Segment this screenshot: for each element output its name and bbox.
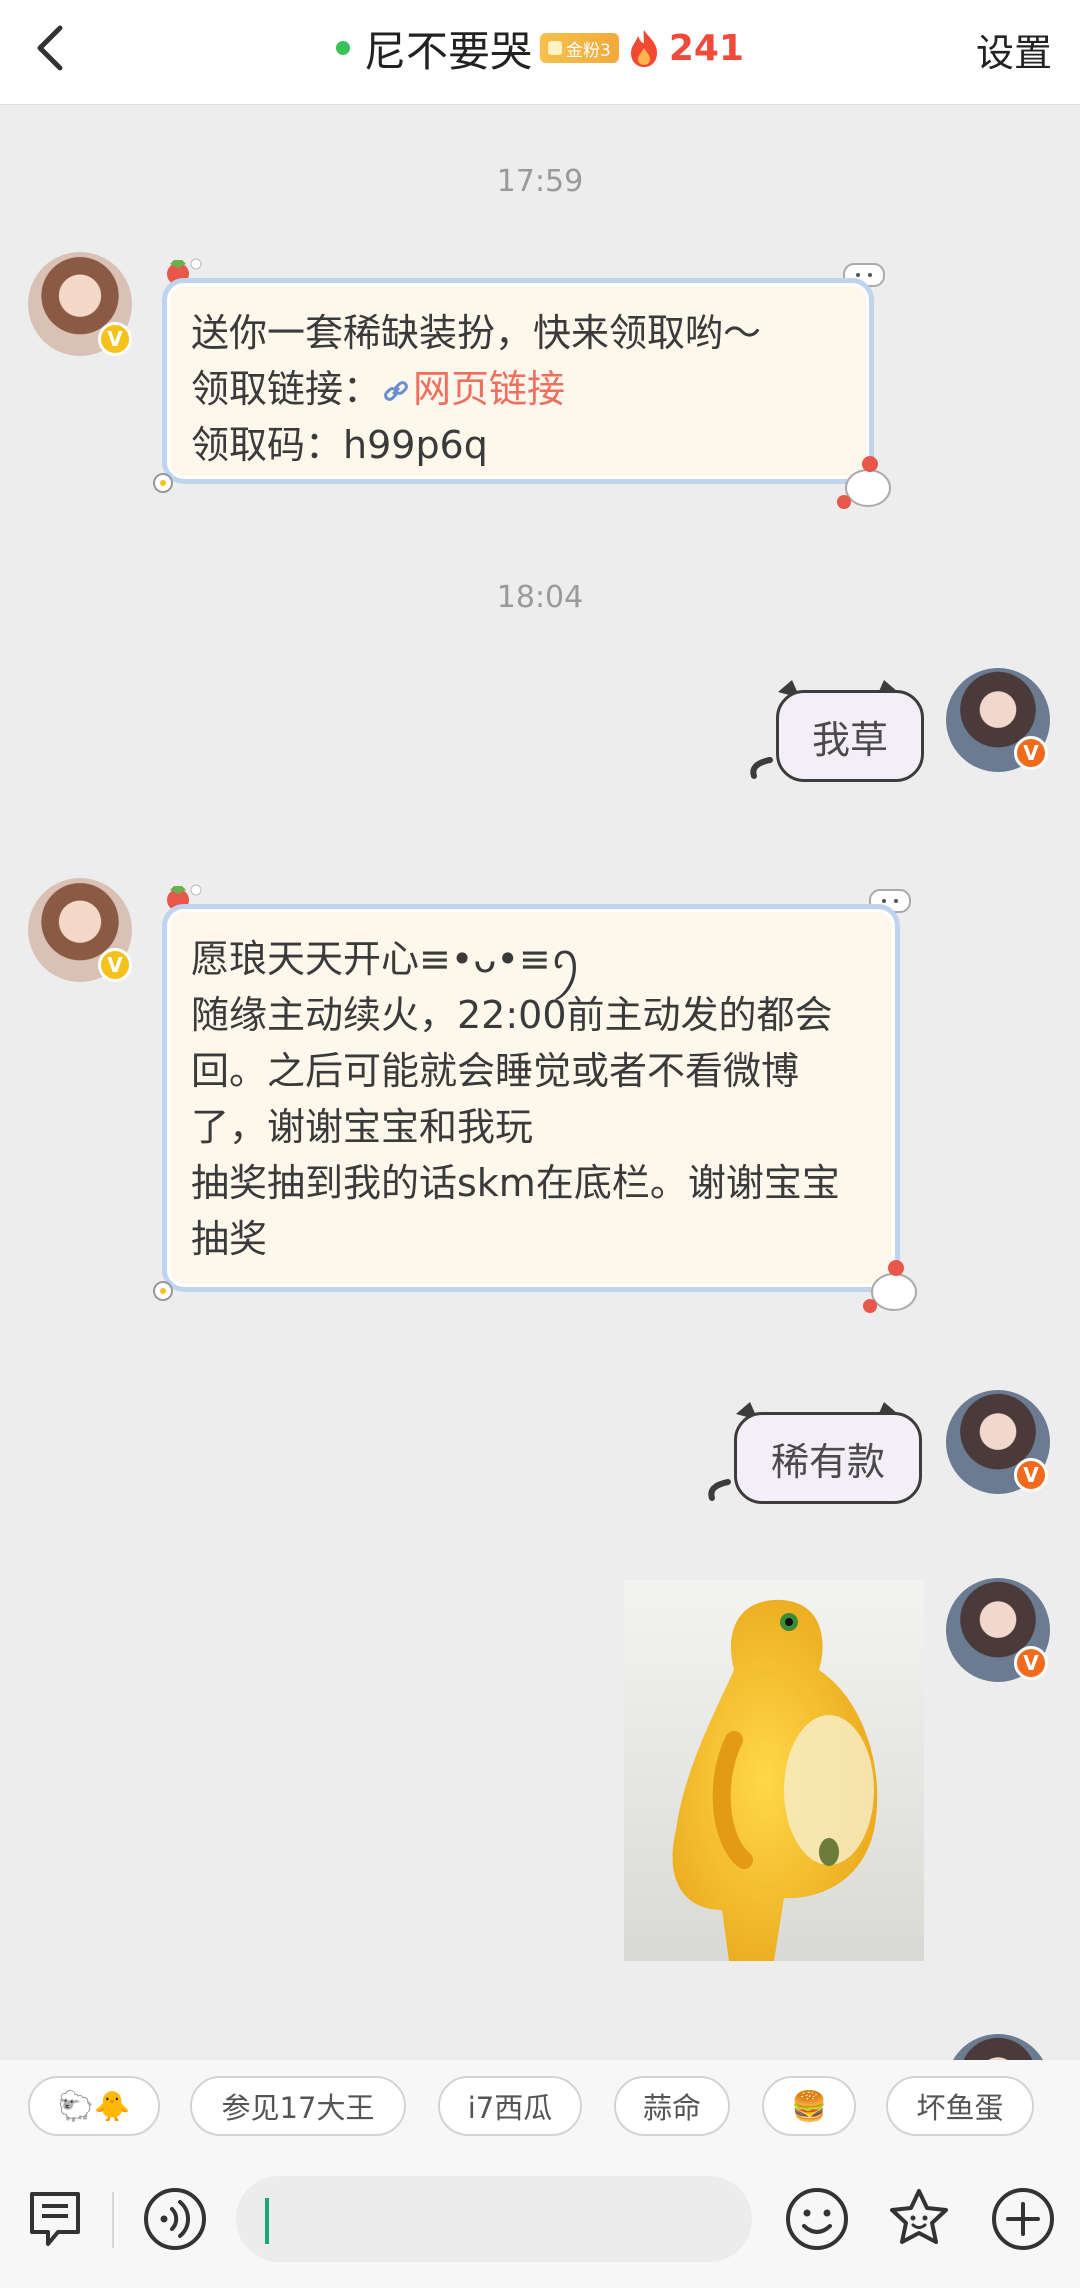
promo-message-card[interactable]: 送你一套稀缺装扮，快来领取哟～ 领取链接： 网页链接 领取码：h99p6q <box>162 278 874 484</box>
fan-badge-text: 金粉3 <box>566 40 611 61</box>
message-link-line: 领取链接： 网页链接 <box>191 361 845 417</box>
link-icon <box>384 381 408 401</box>
message-text: 抽奖抽到我的话skm在底栏。谢谢宝宝抽奖 <box>191 1161 840 1261</box>
quick-reply-bar: 🐑🐥 参见17大王 i7西瓜 蒜命 🍔 坏鱼蛋 <box>0 2060 1080 2152</box>
quick-reply-chip[interactable]: 参见17大王 <box>190 2076 406 2136</box>
divider <box>112 2192 114 2248</box>
quick-reply-chip[interactable]: i7西瓜 <box>438 2076 582 2136</box>
text-caret <box>265 2198 269 2244</box>
verified-badge-icon: V <box>1014 1458 1048 1492</box>
streak-count: 241 <box>668 27 744 69</box>
sticker-message[interactable]: 我草 <box>776 690 924 782</box>
settings-button[interactable]: 设置 <box>976 22 1052 77</box>
verified-badge-icon: V <box>1014 736 1048 770</box>
bunny-decor-icon <box>837 456 891 509</box>
message-text: 随缘主动续火，22:00前主动发的都会回。之后可能就会睡觉或者不看微博了，谢谢宝… <box>191 993 833 1149</box>
quick-reply-chip[interactable]: 坏鱼蛋 <box>886 2076 1034 2136</box>
verified-badge-icon: V <box>1014 1646 1048 1680</box>
yellow-creature-image <box>624 1580 924 1961</box>
smiley-icon[interactable] <box>784 2186 850 2252</box>
input-bar <box>0 2152 1080 2288</box>
timestamp: 18:04 <box>496 580 584 615</box>
chat-header: 尼不要哭 金粉3 241 设置 <box>0 0 1080 105</box>
timestamp: 17:59 <box>496 164 584 199</box>
plus-circle-icon[interactable] <box>990 2186 1056 2252</box>
message-text: 愿琅天天开心≡•ᴗ•≡ꪆ <box>191 937 582 981</box>
sticker-message[interactable]: 稀有款 <box>734 1412 922 1504</box>
gem-icon <box>548 41 563 55</box>
image-message[interactable] <box>624 1580 924 1961</box>
web-link[interactable]: 网页链接 <box>413 367 565 411</box>
text-menu-icon[interactable] <box>24 2188 86 2250</box>
voice-icon[interactable] <box>142 2186 208 2252</box>
message-text: 送你一套稀缺装扮，快来领取哟～ <box>191 311 762 355</box>
flower-decor-icon <box>153 1281 173 1301</box>
message-text: 领取码：h99p6q <box>191 423 488 467</box>
quick-reply-chip[interactable]: 🍔 <box>762 2076 856 2136</box>
quick-reply-chip[interactable]: 蒜命 <box>614 2076 730 2136</box>
sticker-icon[interactable] <box>886 2186 952 2252</box>
bunny-decor-icon <box>863 1260 917 1313</box>
verified-badge-icon: V <box>98 948 132 982</box>
auto-reply-message-card[interactable]: 愿琅天天开心≡•ᴗ•≡ꪆ 随缘主动续火，22:00前主动发的都会回。之后可能就会… <box>162 904 900 1292</box>
flower-decor-icon <box>153 473 173 493</box>
fire-icon <box>630 30 657 67</box>
fan-level-badge: 金粉3 <box>540 33 619 63</box>
message-input[interactable] <box>236 2176 752 2262</box>
quick-reply-chip[interactable]: 🐑🐥 <box>28 2076 160 2136</box>
chat-title: 尼不要哭 <box>364 26 533 76</box>
title-group[interactable]: 尼不要哭 金粉3 241 <box>0 18 1080 78</box>
online-status-dot <box>336 41 350 55</box>
verified-badge-icon: V <box>98 322 132 356</box>
message-text: 领取链接： <box>191 367 382 411</box>
